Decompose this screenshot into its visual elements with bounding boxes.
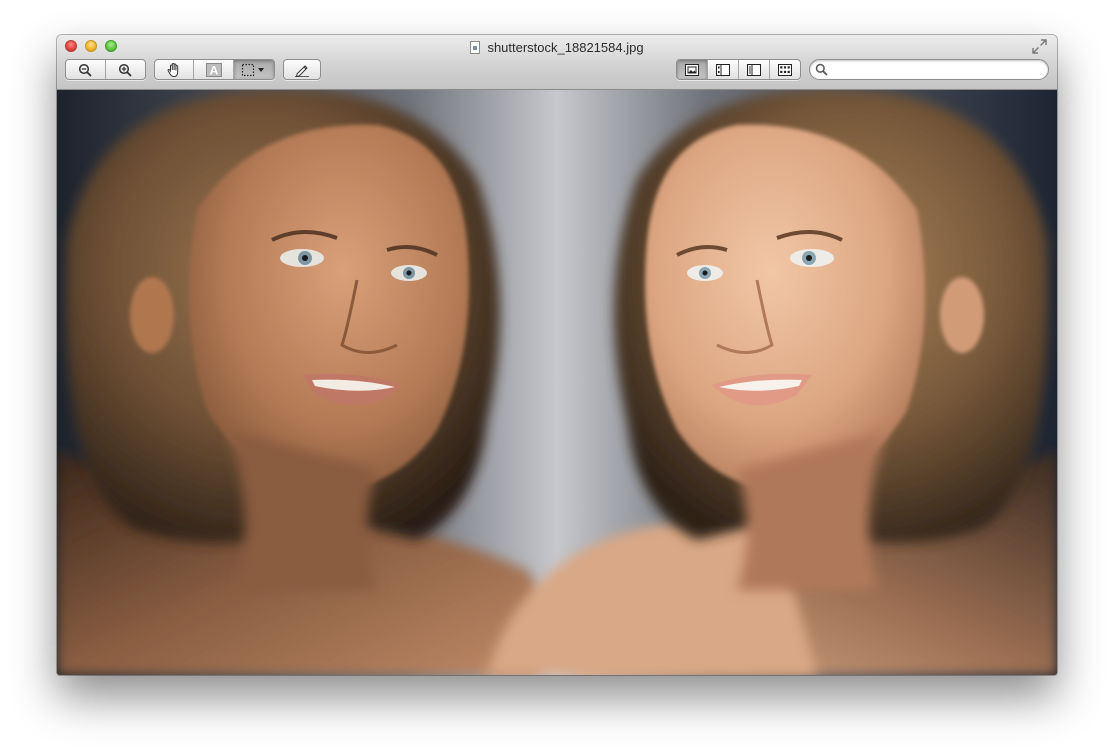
search-icon — [815, 63, 828, 76]
fullscreen-icon[interactable] — [1032, 39, 1047, 54]
preview-window: shutterstock_18821584.jpg A — [57, 35, 1057, 675]
rect-select-icon — [241, 63, 264, 76]
zoom-in-icon — [119, 63, 132, 77]
titlebar[interactable]: shutterstock_18821584.jpg A — [57, 35, 1057, 90]
tool-mode-group: A — [154, 59, 275, 80]
content-only-view-icon — [685, 63, 699, 76]
view-mode-group — [676, 59, 801, 80]
contact-sheet-view-button[interactable] — [770, 60, 800, 79]
pencil-icon — [295, 64, 309, 77]
zoom-control-group — [65, 59, 146, 80]
table-of-contents-view-icon — [747, 63, 761, 76]
hand-tool-icon — [167, 62, 179, 77]
svg-text:A: A — [209, 63, 218, 77]
text-select-button[interactable]: A — [194, 60, 234, 79]
rect-select-button[interactable] — [233, 60, 274, 79]
annotate-group — [283, 59, 321, 80]
contact-sheet-view-icon — [778, 63, 792, 76]
zoom-out-icon — [79, 63, 92, 77]
text-select-icon: A — [205, 62, 222, 77]
table-of-contents-view-button[interactable] — [739, 60, 770, 79]
window-title: shutterstock_18821584.jpg — [487, 39, 644, 55]
content-only-view-button[interactable] — [677, 60, 708, 79]
hand-tool-button[interactable] — [155, 60, 195, 79]
annotate-button[interactable] — [284, 60, 320, 79]
document-proxy-icon[interactable] — [470, 40, 481, 54]
search-field[interactable] — [809, 59, 1049, 80]
thumbnails-view-icon — [716, 63, 730, 76]
window-title-area: shutterstock_18821584.jpg — [57, 38, 1057, 56]
search-input[interactable] — [832, 62, 1040, 77]
portrait-photo — [57, 90, 1057, 675]
image-canvas[interactable] — [57, 90, 1057, 675]
zoom-in-button[interactable] — [106, 60, 146, 79]
zoom-out-button[interactable] — [66, 60, 106, 79]
thumbnails-view-button[interactable] — [708, 60, 739, 79]
